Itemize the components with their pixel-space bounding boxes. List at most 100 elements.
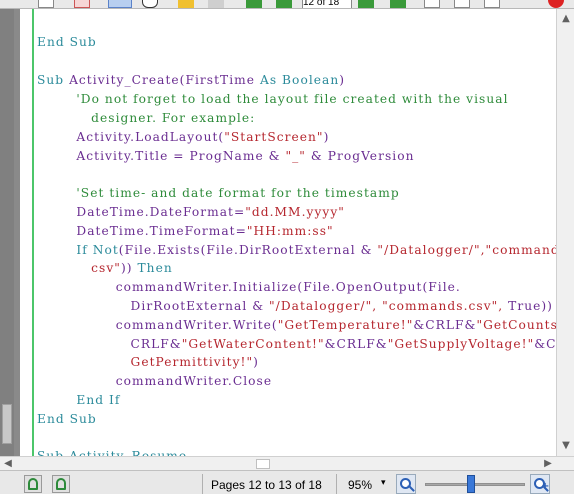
divider <box>336 474 337 494</box>
code-line: DirRootExternal & "/Datalogger/", "comma… <box>37 299 553 313</box>
code-token: "/Datalogger/","commands. <box>377 243 556 257</box>
code-line: commandWriter.Close <box>37 374 272 388</box>
forward-icon[interactable] <box>208 0 224 8</box>
code-line: If Not(File.Exists(File.DirRootExternal … <box>37 243 556 257</box>
first-page-icon[interactable] <box>246 0 262 8</box>
page-margin-line <box>32 9 34 456</box>
next-page-icon[interactable] <box>358 0 374 8</box>
page-number-field[interactable]: 12 of 18 <box>302 0 352 8</box>
zoom-in-button[interactable]: + <box>530 474 550 494</box>
code-token: &CRLF& <box>324 337 388 351</box>
page-viewer[interactable]: End Sub Sub Activity_Create(FirstTime As … <box>14 9 556 456</box>
code-line: End Sub <box>37 35 97 49</box>
code-line: Activity.LoadLayout("StartScreen") <box>37 130 329 144</box>
code-line: commandWriter.Write("GetTemperature!"&CR… <box>37 318 556 332</box>
zoom-select-icon[interactable] <box>108 0 132 8</box>
code-line: 'Set time- and date format for the times… <box>37 186 400 200</box>
code-token: "StartScreen" <box>224 130 324 144</box>
code-line: Sub Activity_Resume <box>37 449 187 456</box>
code-line: commandWriter.Initialize(File.OpenOutput… <box>37 280 461 294</box>
code-token: GetPermittivity!" <box>37 355 254 369</box>
code-token: CRLF& <box>37 337 182 351</box>
code-line: DateTime.TimeFormat="HH:mm:ss" <box>37 224 334 238</box>
code-token: "GetSupplyVoltage!" <box>387 337 535 351</box>
zoom-out-button[interactable]: - <box>396 474 416 494</box>
code-token: designer. For example: <box>37 111 256 125</box>
page-status-text: Pages 12 to 13 of 18 <box>211 478 322 492</box>
scroll-left-icon[interactable]: ◀ <box>2 458 14 470</box>
code-token: ) <box>253 355 259 369</box>
divider <box>202 474 203 494</box>
zoom-value[interactable]: 95% <box>348 478 372 492</box>
lock-icon[interactable] <box>24 475 42 493</box>
code-token: "/Datalogger/", "commands.csv", <box>269 299 504 313</box>
code-token: & ProgVersion <box>305 149 415 163</box>
new-page-icon[interactable] <box>38 0 54 8</box>
code-line: Sub Activity_Create(FirstTime As Boolean… <box>37 73 345 87</box>
code-token: 'Set time- and date format for the times… <box>37 186 400 200</box>
code-token: 'Do not forget to load the layout file c… <box>37 92 509 106</box>
code-token: (File.Exists(File.DirRootExternal & <box>118 243 378 257</box>
code-line: End Sub <box>37 412 97 426</box>
code-token: End If <box>37 393 121 407</box>
code-token: "GetTemperature!" <box>277 318 414 332</box>
status-bar: Pages 12 to 13 of 18 95% ▾ - + <box>0 470 574 494</box>
code-token: DateTime.DateFormat= <box>37 205 246 219</box>
code-token: "GetCounts!" <box>476 318 556 332</box>
code-token: "HH:mm:ss" <box>246 224 334 238</box>
image-icon[interactable] <box>74 0 90 8</box>
code-token: Sub Activity_Resume <box>37 449 188 456</box>
code-token: commandWriter.Write( <box>37 318 278 332</box>
scroll-down-icon[interactable]: ▼ <box>560 440 572 452</box>
horizontal-scrollbar[interactable]: ◀ ▶ <box>0 456 574 470</box>
code-token: "GetWaterContent!" <box>181 337 325 351</box>
code-line: 'Do not forget to load the layout file c… <box>37 92 509 106</box>
code-line: DateTime.DateFormat="dd.MM.yyyy" <box>37 205 345 219</box>
left-scroll-handle[interactable] <box>2 404 12 444</box>
zoom-dropdown-icon[interactable]: ▾ <box>381 478 386 488</box>
code-line: designer. For example: <box>37 111 255 125</box>
code-line: GetPermittivity!") <box>37 355 259 369</box>
code-token: ) <box>339 73 346 87</box>
code-token: Activity.Title = ProgName & <box>37 149 286 163</box>
left-gutter <box>0 9 14 456</box>
zoom-slider-track[interactable] <box>425 483 525 486</box>
page-icon[interactable] <box>454 0 470 8</box>
code-token: DirRootExternal & <box>37 299 270 313</box>
horizontal-scroll-thumb[interactable] <box>256 459 270 469</box>
page-icon[interactable] <box>424 0 440 8</box>
code-token: csv" <box>37 261 121 275</box>
code-token: End Sub <box>37 412 97 426</box>
code-token: "dd.MM.yyyy" <box>245 205 345 219</box>
code-token: End Sub <box>37 35 97 49</box>
previous-page-icon[interactable] <box>276 0 292 8</box>
zoom-slider-thumb[interactable] <box>467 475 475 493</box>
code-token: ) <box>323 130 330 144</box>
code-line: End If <box>37 393 120 407</box>
code-token: As Boolean <box>259 73 340 87</box>
code-token: If Not <box>37 243 119 257</box>
code-line: CRLF&"GetWaterContent!"&CRLF&"GetSupplyV… <box>37 337 556 351</box>
code-token: commandWriter.Initialize(File.OpenOutput… <box>37 280 461 294</box>
code-token: )) <box>120 261 138 275</box>
last-page-icon[interactable] <box>390 0 406 8</box>
code-token: &CRLF& <box>534 337 556 351</box>
code-token: DateTime.TimeFormat= <box>37 224 247 238</box>
code-token: Sub <box>37 73 70 87</box>
pan-hand-icon[interactable] <box>142 0 158 8</box>
code-token: Then <box>137 261 173 275</box>
code-line: csv")) Then <box>37 261 173 275</box>
code-token: Activity.LoadLayout( <box>37 130 225 144</box>
close-icon[interactable] <box>548 0 564 8</box>
code-token: True)) <box>503 299 553 313</box>
back-icon[interactable] <box>178 0 194 8</box>
toolbar: 12 of 18 <box>0 0 574 9</box>
lock-icon[interactable] <box>52 475 70 493</box>
scroll-up-icon[interactable]: ▲ <box>560 13 572 25</box>
code-line: Activity.Title = ProgName & "_" & ProgVe… <box>37 149 415 163</box>
page-icon[interactable] <box>484 0 500 8</box>
document-page: End Sub Sub Activity_Create(FirstTime As … <box>20 9 556 456</box>
code-token: "_" <box>285 149 306 163</box>
vertical-scrollbar[interactable]: ▲ ▼ <box>556 9 574 456</box>
scroll-right-icon[interactable]: ▶ <box>542 458 554 470</box>
